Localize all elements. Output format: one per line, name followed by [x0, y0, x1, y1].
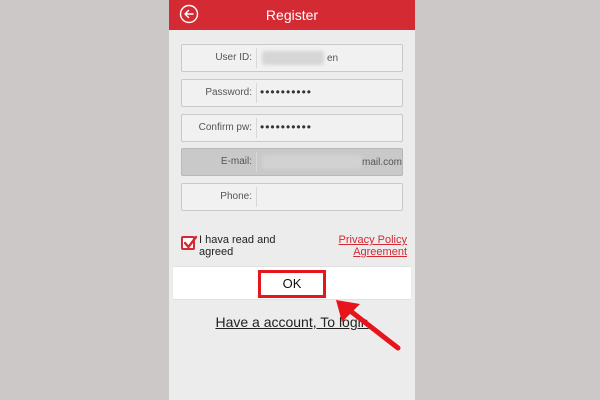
redacted-value	[262, 51, 324, 65]
field-divider	[256, 83, 257, 103]
field-divider	[256, 48, 257, 68]
password-label: Password:	[205, 87, 252, 98]
password-field[interactable]: Password: ••••••••••	[181, 79, 403, 107]
privacy-policy-link[interactable]: Privacy Policy Agreement	[317, 234, 407, 258]
email-label: E-mail:	[220, 156, 252, 167]
email-field[interactable]: E-mail: mail.com	[181, 148, 403, 176]
user-id-value: en	[327, 53, 339, 64]
field-divider	[256, 187, 257, 207]
agree-label: I hava read and agreed	[199, 234, 276, 258]
confirm-password-label: Confirm pw:	[198, 122, 252, 133]
app-header: Register	[169, 0, 415, 30]
phone-label: Phone:	[220, 191, 252, 202]
redacted-value	[262, 155, 362, 169]
email-value: mail.com	[362, 157, 403, 168]
ok-button[interactable]: OK	[258, 270, 326, 298]
password-value: ••••••••••	[260, 85, 313, 99]
phone-field[interactable]: Phone:	[181, 183, 403, 211]
confirm-password-value: ••••••••••	[260, 120, 313, 134]
annotation-arrow-icon	[336, 300, 401, 351]
agree-checkbox[interactable]	[181, 235, 198, 250]
field-divider	[256, 118, 257, 138]
page-title: Register	[265, 7, 319, 23]
field-divider	[256, 152, 257, 172]
confirm-password-field[interactable]: Confirm pw: ••••••••••	[181, 114, 403, 142]
user-id-label: User ID:	[215, 52, 252, 63]
user-id-field[interactable]: User ID: en	[181, 44, 403, 72]
checkmark-icon	[183, 235, 198, 249]
